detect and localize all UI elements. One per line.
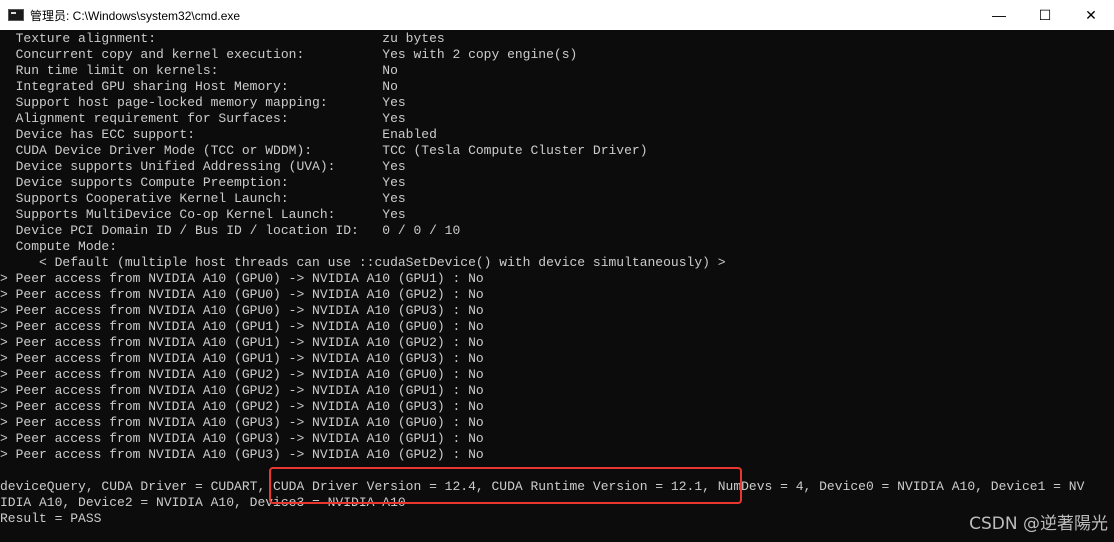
- console-line: deviceQuery, CUDA Driver = CUDART, CUDA …: [0, 479, 1085, 494]
- console-line: > Peer access from NVIDIA A10 (GPU1) -> …: [0, 319, 484, 334]
- console-line: Device PCI Domain ID / Bus ID / location…: [0, 223, 461, 238]
- console-line: > Peer access from NVIDIA A10 (GPU1) -> …: [0, 335, 484, 350]
- console-line: > Peer access from NVIDIA A10 (GPU1) -> …: [0, 351, 484, 366]
- console-line: Alignment requirement for Surfaces: Yes: [0, 111, 406, 126]
- window-controls: — ☐ ✕: [976, 0, 1114, 30]
- console-line: Device has ECC support: Enabled: [0, 127, 437, 142]
- console-line: > Peer access from NVIDIA A10 (GPU3) -> …: [0, 447, 484, 462]
- console-line: > Peer access from NVIDIA A10 (GPU3) -> …: [0, 431, 484, 446]
- console-line: > Peer access from NVIDIA A10 (GPU0) -> …: [0, 271, 484, 286]
- console-line: > Peer access from NVIDIA A10 (GPU3) -> …: [0, 415, 484, 430]
- console-line: > Peer access from NVIDIA A10 (GPU2) -> …: [0, 399, 484, 414]
- title-bar: 管理员: C:\Windows\system32\cmd.exe — ☐ ✕: [0, 0, 1114, 30]
- console-line: Support host page-locked memory mapping:…: [0, 95, 406, 110]
- cmd-icon: [8, 9, 24, 21]
- console-line: Device supports Compute Preemption: Yes: [0, 175, 406, 190]
- console-line: Device supports Unified Addressing (UVA)…: [0, 159, 406, 174]
- console-line: Supports Cooperative Kernel Launch: Yes: [0, 191, 406, 206]
- console-output[interactable]: Texture alignment: zu bytes Concurrent c…: [0, 30, 1114, 542]
- console-line: > Peer access from NVIDIA A10 (GPU0) -> …: [0, 287, 484, 302]
- console-line: < Default (multiple host threads can use…: [0, 255, 726, 270]
- console-line: Integrated GPU sharing Host Memory: No: [0, 79, 398, 94]
- console-line: > Peer access from NVIDIA A10 (GPU2) -> …: [0, 367, 484, 382]
- console-line: Supports MultiDevice Co-op Kernel Launch…: [0, 207, 406, 222]
- console-line: CUDA Device Driver Mode (TCC or WDDM): T…: [0, 143, 648, 158]
- console-line: Texture alignment: zu bytes: [0, 31, 445, 46]
- console-line: Run time limit on kernels: No: [0, 63, 398, 78]
- console-line: IDIA A10, Device2 = NVIDIA A10, Device3 …: [0, 495, 406, 510]
- window-title: 管理员: C:\Windows\system32\cmd.exe: [30, 8, 241, 23]
- console-line: > Peer access from NVIDIA A10 (GPU2) -> …: [0, 383, 484, 398]
- minimize-button[interactable]: —: [976, 0, 1022, 30]
- watermark: CSDN @逆著陽光: [969, 514, 1108, 534]
- console-line: Concurrent copy and kernel execution: Ye…: [0, 47, 578, 62]
- console-line: Compute Mode:: [0, 239, 118, 254]
- console-line: Result = PASS: [0, 511, 102, 526]
- maximize-button[interactable]: ☐: [1022, 0, 1068, 30]
- console-line: > Peer access from NVIDIA A10 (GPU0) -> …: [0, 303, 484, 318]
- close-button[interactable]: ✕: [1068, 0, 1114, 30]
